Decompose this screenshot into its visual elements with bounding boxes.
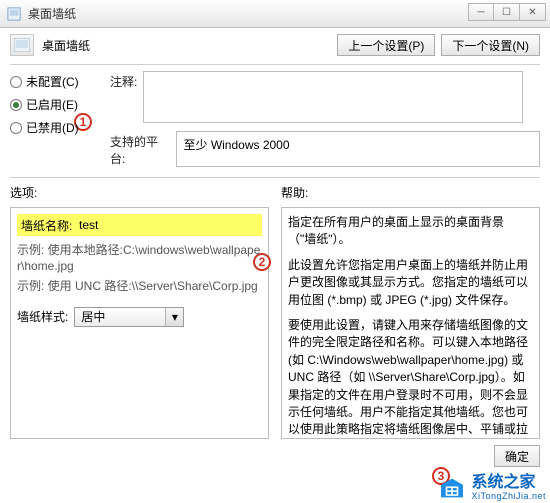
notes-label: 注释:: [110, 71, 137, 90]
watermark-logo-icon: [439, 477, 465, 499]
titlebar: 桌面墙纸 ─ ☐ ✕: [0, 0, 550, 28]
example-unc-path: 示例: 使用 UNC 路径:\\Server\Share\Corp.jpg: [17, 278, 262, 294]
radio-dot-icon: [10, 122, 22, 134]
radio-unconfigured-label: 未配置(C): [26, 73, 79, 90]
wallpaper-name-label: 墙纸名称:: [21, 217, 79, 234]
options-header: 选项:: [10, 184, 269, 201]
radio-unconfigured[interactable]: 未配置(C): [10, 73, 106, 90]
page-title: 桌面墙纸: [42, 37, 337, 54]
watermark: 系统之家 XiTongZhiJia.net: [439, 475, 546, 501]
radio-disabled-label: 已禁用(D): [26, 119, 79, 136]
help-header: 帮助:: [281, 184, 540, 201]
wallpaper-name-input[interactable]: [79, 218, 258, 232]
minimize-button[interactable]: ─: [468, 3, 494, 21]
help-paragraph: 此设置允许您指定用户桌面上的墙纸并防止用户更改图像或其显示方式。您指定的墙纸可以…: [288, 257, 531, 309]
close-button[interactable]: ✕: [520, 3, 546, 21]
help-paragraph: 要使用此设置，请键入用来存储墙纸图像的文件的完全限定路径和名称。可以键入本地路径…: [288, 317, 531, 439]
notes-textarea[interactable]: [143, 71, 523, 123]
help-paragraph: 指定在所有用户的桌面上显示的桌面背景（"墙纸"）。: [288, 214, 531, 249]
watermark-brand: 系统之家: [471, 475, 546, 491]
maximize-button[interactable]: ☐: [494, 3, 520, 21]
example-local-path: 示例: 使用本地路径:C:\windows\web\wallpaper\home…: [17, 242, 262, 274]
page-icon: [10, 34, 34, 56]
chevron-down-icon: ▾: [165, 308, 183, 326]
wallpaper-style-value: 居中: [75, 308, 165, 325]
watermark-url: XiTongZhiJia.net: [471, 491, 546, 501]
window-title: 桌面墙纸: [28, 5, 76, 22]
app-icon: [6, 6, 22, 22]
wallpaper-style-select[interactable]: 居中 ▾: [74, 307, 184, 327]
next-setting-button[interactable]: 下一个设置(N): [441, 34, 540, 56]
radio-dot-selected-icon: [10, 99, 22, 111]
platform-label: 支持的平台:: [110, 131, 170, 167]
radio-dot-icon: [10, 76, 22, 88]
prev-setting-button[interactable]: 上一个设置(P): [337, 34, 435, 56]
options-panel: 墙纸名称: 示例: 使用本地路径:C:\windows\web\wallpape…: [10, 207, 269, 439]
platform-value: 至少 Windows 2000: [183, 136, 289, 152]
help-panel[interactable]: 指定在所有用户的桌面上显示的桌面背景（"墙纸"）。 此设置允许您指定用户桌面上的…: [281, 207, 540, 439]
wallpaper-style-label: 墙纸样式:: [17, 308, 68, 325]
radio-enabled[interactable]: 已启用(E): [10, 96, 106, 113]
platform-box: 至少 Windows 2000: [176, 131, 540, 167]
ok-button[interactable]: 确定: [494, 445, 540, 467]
radio-enabled-label: 已启用(E): [26, 96, 78, 113]
wallpaper-name-row: 墙纸名称:: [17, 214, 262, 236]
radio-disabled[interactable]: 已禁用(D): [10, 119, 106, 136]
